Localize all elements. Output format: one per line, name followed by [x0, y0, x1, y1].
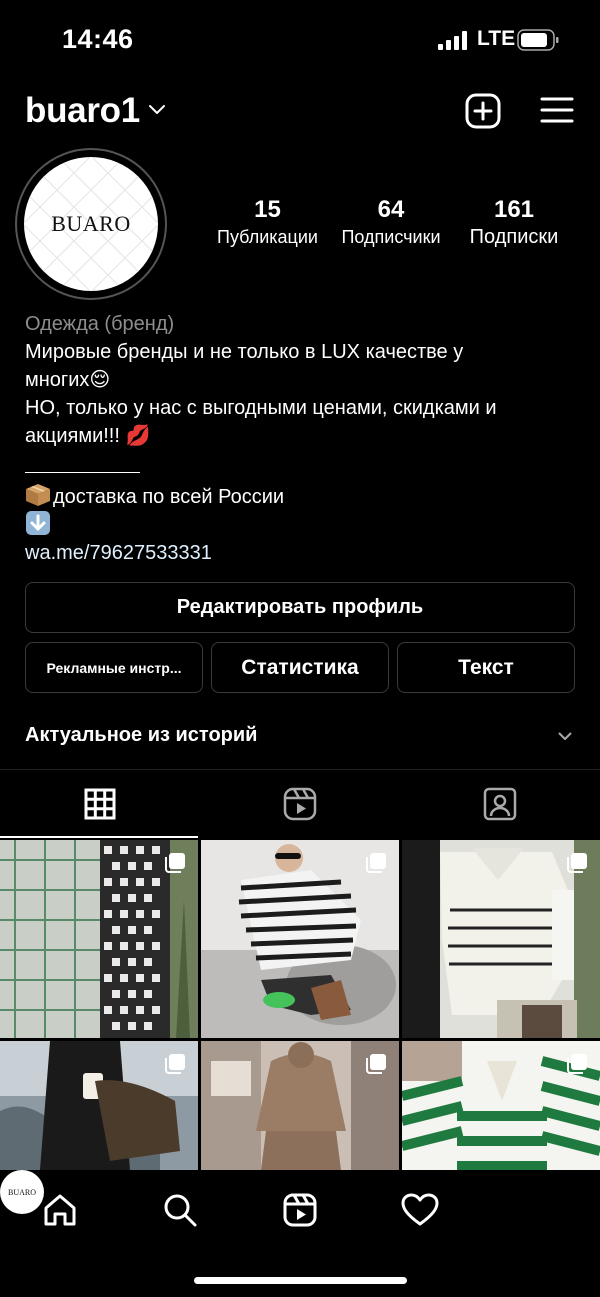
post-brown-hoodie-set[interactable] [201, 1041, 399, 1170]
bio-line-4: акциями!!! 💋 [25, 425, 151, 447]
signal-icon [438, 31, 467, 50]
bio-delivery-line: доставка по всей России [25, 483, 580, 511]
highlights-label: Актуальное из историй [25, 724, 258, 746]
reels-icon [283, 787, 317, 821]
nav-home[interactable] [40, 1190, 80, 1230]
avatar[interactable]: BUARO [24, 157, 158, 291]
nav-profile-logo: BUARO [7, 1187, 36, 1197]
ad-tools-button[interactable]: Рекламные инстр... [25, 642, 203, 693]
bio-arrow-line [25, 511, 580, 539]
bio-category: Одежда (бренд) [25, 313, 175, 335]
multiple-photos-icon [366, 1054, 386, 1074]
bottom-navigation: BUARO [0, 1170, 600, 1297]
profile-header: buaro1 [0, 85, 600, 139]
multiple-photos-icon [567, 853, 587, 873]
add-post-icon[interactable] [465, 93, 501, 129]
nav-activity[interactable] [400, 1190, 440, 1230]
text-button[interactable]: Текст [397, 642, 575, 693]
bio-divider [25, 472, 140, 473]
following-stat[interactable]: 161 Подписки [455, 195, 573, 249]
network-label: LTE [477, 27, 516, 50]
arrow-down-icon [26, 511, 50, 535]
statistics-button[interactable]: Статистика [211, 642, 389, 693]
active-tab-indicator [0, 836, 198, 838]
home-indicator [194, 1277, 407, 1284]
chevron-down-icon [558, 732, 572, 740]
tab-grid[interactable] [0, 770, 200, 838]
post-black-knit-coffee[interactable] [0, 1041, 198, 1170]
reels-icon [283, 1193, 317, 1227]
posts-grid [0, 840, 600, 1170]
followers-label: Подписчики [341, 227, 441, 247]
profile-bio: Одежда (бренд) Мировые бренды и не тольк… [25, 310, 580, 567]
posts-stat[interactable]: 15 Публикации [205, 195, 330, 249]
post-striped-sweater-white[interactable] [402, 840, 600, 1038]
multiple-photos-icon [567, 1054, 587, 1074]
multiple-photos-icon [366, 853, 386, 873]
nav-search[interactable] [160, 1190, 200, 1230]
heart-icon [401, 1193, 439, 1226]
home-icon [44, 1194, 76, 1226]
profile-tabs [0, 770, 600, 838]
bio-line-2: многих😌 [25, 369, 111, 391]
grid-icon [84, 788, 116, 820]
multiple-photos-icon [165, 1054, 185, 1074]
bio-delivery-text: доставка по всей России [53, 486, 285, 508]
tab-reels[interactable] [200, 770, 400, 838]
posts-label: Публикации [217, 227, 318, 247]
profile-avatar[interactable]: BUARO [0, 1170, 44, 1214]
status-time: 14:46 [62, 24, 134, 54]
chevron-down-icon[interactable] [148, 104, 166, 116]
search-icon [164, 1194, 197, 1227]
bio-link[interactable]: wa.me/79627533331 [25, 539, 580, 567]
status-bar: 14:46 LTE [0, 0, 600, 80]
followers-stat[interactable]: 64 Подписчики [332, 195, 450, 249]
tab-tagged[interactable] [400, 770, 600, 838]
package-icon [26, 484, 50, 506]
post-tweed-jacket[interactable] [0, 840, 198, 1038]
bio-line-3: НО, только у нас с выгодными ценами, ски… [25, 397, 497, 419]
following-label: Подписки [469, 226, 559, 248]
edit-profile-button[interactable]: Редактировать профиль [25, 582, 575, 633]
post-striped-sweater-woman[interactable] [201, 840, 399, 1038]
following-count: 161 [493, 196, 535, 223]
username-switcher[interactable]: buaro1 [25, 91, 140, 131]
tagged-icon [483, 787, 517, 821]
battery-icon [517, 29, 559, 51]
avatar-logo: BUARO [51, 211, 131, 236]
bio-line-1: Мировые бренды и не только в LUX качеств… [25, 341, 464, 363]
story-highlights-toggle[interactable]: Актуальное из историй [0, 715, 600, 759]
followers-count: 64 [377, 196, 405, 223]
posts-count: 15 [254, 196, 281, 223]
menu-icon[interactable] [540, 96, 574, 124]
multiple-photos-icon [165, 853, 185, 873]
nav-reels[interactable] [280, 1190, 320, 1230]
post-green-striped-sweater[interactable] [402, 1041, 600, 1170]
